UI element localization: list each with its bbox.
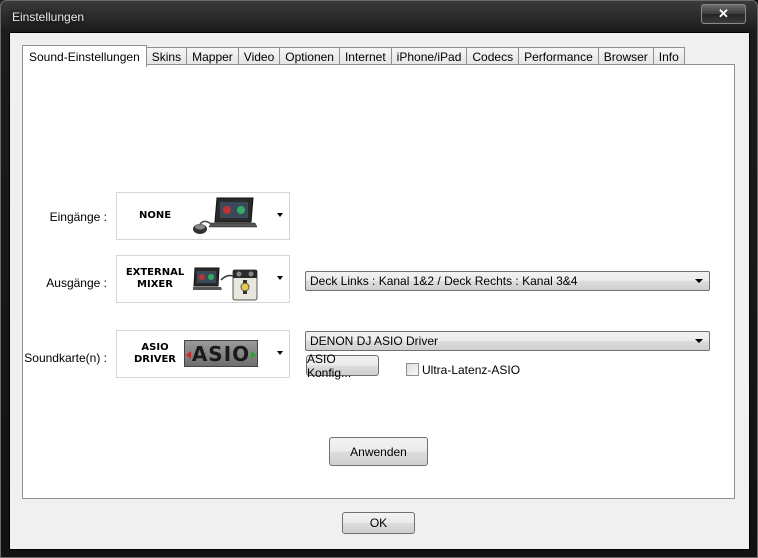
tab-label: Skins (151, 50, 182, 64)
apply-label: Anwenden (350, 444, 407, 459)
soundcard-label: Soundkarte(n) : (24, 351, 107, 365)
inputs-label: Eingänge : (49, 210, 107, 224)
close-button[interactable]: ✕ (701, 4, 746, 24)
window-title: Einstellungen (12, 10, 85, 24)
asio-logo: ASIO (184, 340, 258, 367)
laptop-icon (193, 197, 257, 234)
asio-config-label: ASIO Konfig... (307, 351, 352, 380)
dialog-client-area: Sound-Einstellungen Skins Mapper Video O… (9, 32, 750, 550)
ok-label: OK (369, 516, 388, 530)
chevron-down-icon (695, 339, 703, 343)
outputs-device-dropdown[interactable]: EXTERNAL MIXER (116, 255, 290, 303)
ultra-latency-checkbox[interactable] (406, 363, 419, 376)
arrow-right-icon (251, 351, 256, 359)
tab-sound-settings[interactable]: Sound-Einstellungen (22, 45, 147, 67)
tab-label: Codecs (472, 50, 514, 64)
close-icon: ✕ (718, 6, 729, 21)
chevron-down-icon (277, 276, 283, 280)
soundcard-device-dropdown[interactable]: ASIO DRIVER ASIO (116, 330, 290, 378)
title-bar[interactable]: Einstellungen ✕ (1, 1, 757, 31)
tab-label: Video (243, 50, 275, 64)
tab-bar: Sound-Einstellungen Skins Mapper Video O… (22, 44, 685, 67)
chevron-down-icon (277, 351, 283, 355)
inputs-device-dropdown[interactable]: NONE (116, 192, 290, 240)
soundcard-device-name-line1: ASIO (141, 342, 169, 353)
tab-label: iPhone/iPad (396, 50, 462, 64)
ok-button[interactable]: OK (342, 512, 415, 534)
outputs-device-name-line1: EXTERNAL (125, 267, 185, 278)
external-mixer-icon (193, 267, 258, 301)
inputs-device-name: NONE (138, 210, 172, 221)
tab-label: Mapper (192, 50, 233, 64)
outputs-label: Ausgänge : (46, 276, 107, 290)
tab-label: Optionen (285, 50, 334, 64)
apply-button[interactable]: Anwenden (329, 437, 428, 466)
tab-label: Sound-Einstellungen (29, 49, 140, 64)
driver-value: DENON DJ ASIO Driver (310, 334, 439, 348)
settings-window: Einstellungen ✕ Sound-Einstellungen Skin… (0, 0, 758, 558)
tab-label: Performance (524, 50, 593, 64)
tab-label: Browser (603, 50, 648, 64)
asio-config-button[interactable]: ASIO Konfig... (306, 352, 379, 380)
output-routing-value: Deck Links : Kanal 1&2 / Deck Rechts : K… (310, 274, 578, 288)
chevron-down-icon (695, 279, 703, 283)
outputs-device-name: EXTERNAL MIXER (125, 267, 185, 291)
tab-label: Info (658, 50, 679, 64)
outputs-device-name-line2: MIXER (137, 279, 173, 290)
asio-logo-text: ASIO (191, 341, 251, 366)
ultra-latency-label: Ultra-Latenz-ASIO (422, 363, 521, 377)
output-routing-select[interactable]: Deck Links : Kanal 1&2 / Deck Rechts : K… (305, 271, 710, 291)
soundcard-device-name: ASIO DRIVER (125, 342, 185, 366)
tab-label: Internet (344, 50, 386, 64)
sound-settings-panel: Eingänge : NONE Ausgänge : EXTERNAL MIXE… (22, 64, 735, 499)
soundcard-device-name-line2: DRIVER (134, 354, 176, 365)
chevron-down-icon (277, 213, 283, 217)
driver-select[interactable]: DENON DJ ASIO Driver (305, 331, 710, 351)
arrow-left-icon (186, 351, 191, 359)
